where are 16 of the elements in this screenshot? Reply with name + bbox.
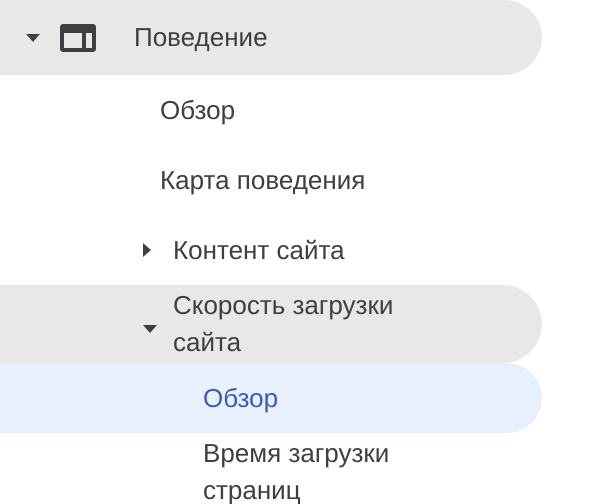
layout-icon [60, 24, 96, 52]
nav-section[interactable]: Поведение [0, 0, 542, 75]
nav-label: Карта поведения [160, 164, 366, 196]
caret-down-icon[interactable] [26, 34, 40, 42]
nav-label: Обзор [203, 382, 278, 414]
nav-item[interactable]: Обзор [0, 75, 542, 145]
nav-item[interactable]: Скорость загрузки сайта [0, 285, 542, 363]
caret-down-icon[interactable] [143, 325, 157, 333]
nav-label: Поведение [134, 21, 268, 54]
nav-item[interactable]: Карта поведения [0, 145, 542, 215]
nav-item[interactable]: Контент сайта [0, 215, 542, 285]
nav-label: Скорость загрузки сайта [173, 289, 394, 359]
nav-label: Обзор [160, 94, 236, 126]
nav-item[interactable]: Обзор [0, 363, 542, 433]
caret-right-icon[interactable] [143, 243, 151, 257]
nav-label: Контент сайта [173, 234, 345, 266]
